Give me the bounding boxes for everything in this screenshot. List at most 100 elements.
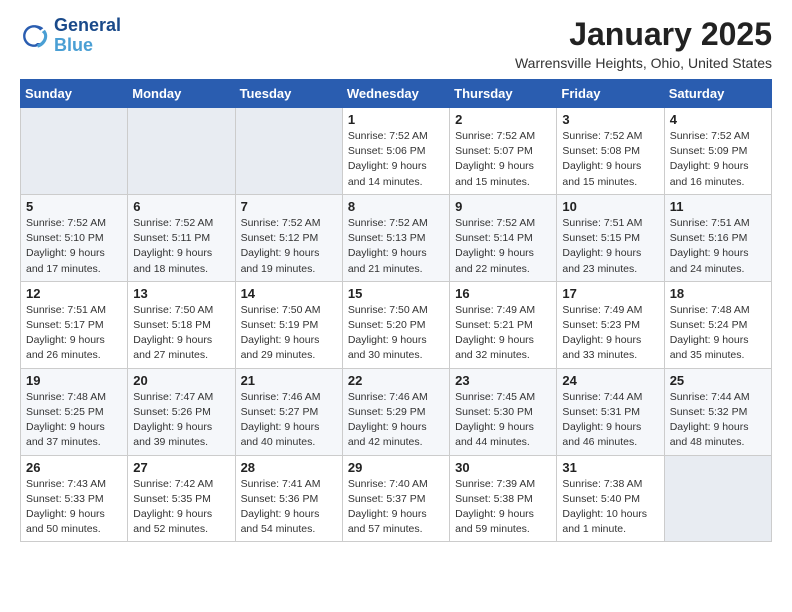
calendar-cell: 31 Sunrise: 7:38 AM Sunset: 5:40 PM Dayli…: [557, 455, 664, 542]
calendar-cell: 2 Sunrise: 7:52 AM Sunset: 5:07 PM Daylig…: [450, 108, 557, 195]
calendar-cell: 20 Sunrise: 7:47 AM Sunset: 5:26 PM Dayli…: [128, 368, 235, 455]
calendar-week-row: 12Sunrise: 7:51 AM Sunset: 5:17 PM Dayli…: [21, 281, 772, 368]
calendar-cell: 11 Sunrise: 7:51 AM Sunset: 5:16 PM Dayli…: [664, 194, 771, 281]
day-number: 15: [348, 286, 444, 301]
calendar-cell: 5Sunrise: 7:52 AM Sunset: 5:10 PM Daylig…: [21, 194, 128, 281]
day-info: Sunrise: 7:50 AM Sunset: 5:18 PM Dayligh…: [133, 303, 229, 364]
header: General Blue January 2025 Warrensville H…: [20, 16, 772, 71]
day-info: Sunrise: 7:52 AM Sunset: 5:09 PM Dayligh…: [670, 129, 766, 190]
day-number: 16: [455, 286, 551, 301]
calendar-cell: 19Sunrise: 7:48 AM Sunset: 5:25 PM Dayli…: [21, 368, 128, 455]
day-number: 19: [26, 373, 122, 388]
day-number: 28: [241, 460, 337, 475]
calendar-week-row: 1 Sunrise: 7:52 AM Sunset: 5:06 PM Daylig…: [21, 108, 772, 195]
weekday-header-sunday: Sunday: [21, 80, 128, 108]
day-info: Sunrise: 7:51 AM Sunset: 5:15 PM Dayligh…: [562, 216, 658, 277]
calendar-cell: [664, 455, 771, 542]
weekday-header-wednesday: Wednesday: [342, 80, 449, 108]
day-number: 12: [26, 286, 122, 301]
day-number: 30: [455, 460, 551, 475]
day-info: Sunrise: 7:50 AM Sunset: 5:19 PM Dayligh…: [241, 303, 337, 364]
calendar-week-row: 19Sunrise: 7:48 AM Sunset: 5:25 PM Dayli…: [21, 368, 772, 455]
subtitle: Warrensville Heights, Ohio, United State…: [515, 55, 772, 71]
day-number: 22: [348, 373, 444, 388]
weekday-header-thursday: Thursday: [450, 80, 557, 108]
calendar-cell: 18 Sunrise: 7:48 AM Sunset: 5:24 PM Dayli…: [664, 281, 771, 368]
day-info: Sunrise: 7:42 AM Sunset: 5:35 PM Dayligh…: [133, 477, 229, 538]
calendar-cell: 7 Sunrise: 7:52 AM Sunset: 5:12 PM Daylig…: [235, 194, 342, 281]
day-number: 27: [133, 460, 229, 475]
weekday-header-tuesday: Tuesday: [235, 80, 342, 108]
day-number: 7: [241, 199, 337, 214]
calendar-cell: 22Sunrise: 7:46 AM Sunset: 5:29 PM Dayli…: [342, 368, 449, 455]
calendar-cell: 25Sunrise: 7:44 AM Sunset: 5:32 PM Dayli…: [664, 368, 771, 455]
title-block: January 2025 Warrensville Heights, Ohio,…: [515, 16, 772, 71]
day-number: 21: [241, 373, 337, 388]
day-info: Sunrise: 7:52 AM Sunset: 5:06 PM Dayligh…: [348, 129, 444, 190]
day-info: Sunrise: 7:47 AM Sunset: 5:26 PM Dayligh…: [133, 390, 229, 451]
day-info: Sunrise: 7:49 AM Sunset: 5:21 PM Dayligh…: [455, 303, 551, 364]
logo-line2: Blue: [54, 35, 93, 55]
logo-line1: General: [54, 16, 121, 36]
day-info: Sunrise: 7:52 AM Sunset: 5:12 PM Dayligh…: [241, 216, 337, 277]
calendar-week-row: 5Sunrise: 7:52 AM Sunset: 5:10 PM Daylig…: [21, 194, 772, 281]
weekday-header-saturday: Saturday: [664, 80, 771, 108]
day-info: Sunrise: 7:46 AM Sunset: 5:27 PM Dayligh…: [241, 390, 337, 451]
day-info: Sunrise: 7:38 AM Sunset: 5:40 PM Dayligh…: [562, 477, 658, 538]
calendar-cell: 6Sunrise: 7:52 AM Sunset: 5:11 PM Daylig…: [128, 194, 235, 281]
calendar-cell: 16 Sunrise: 7:49 AM Sunset: 5:21 PM Dayli…: [450, 281, 557, 368]
calendar-cell: 21 Sunrise: 7:46 AM Sunset: 5:27 PM Dayli…: [235, 368, 342, 455]
day-number: 9: [455, 199, 551, 214]
calendar-cell: 8Sunrise: 7:52 AM Sunset: 5:13 PM Daylig…: [342, 194, 449, 281]
day-number: 20: [133, 373, 229, 388]
calendar-cell: 26 Sunrise: 7:43 AM Sunset: 5:33 PM Dayli…: [21, 455, 128, 542]
day-number: 31: [562, 460, 658, 475]
calendar-cell: [128, 108, 235, 195]
logo-text: General Blue: [54, 16, 121, 56]
weekday-header-monday: Monday: [128, 80, 235, 108]
day-info: Sunrise: 7:49 AM Sunset: 5:23 PM Dayligh…: [562, 303, 658, 364]
calendar-cell: [235, 108, 342, 195]
calendar-cell: 15Sunrise: 7:50 AM Sunset: 5:20 PM Dayli…: [342, 281, 449, 368]
day-number: 17: [562, 286, 658, 301]
weekday-header-row: SundayMondayTuesdayWednesdayThursdayFrid…: [21, 80, 772, 108]
calendar-cell: 24 Sunrise: 7:44 AM Sunset: 5:31 PM Dayli…: [557, 368, 664, 455]
day-number: 14: [241, 286, 337, 301]
day-number: 1: [348, 112, 444, 127]
day-info: Sunrise: 7:52 AM Sunset: 5:08 PM Dayligh…: [562, 129, 658, 190]
calendar-cell: 10Sunrise: 7:51 AM Sunset: 5:15 PM Dayli…: [557, 194, 664, 281]
day-info: Sunrise: 7:45 AM Sunset: 5:30 PM Dayligh…: [455, 390, 551, 451]
day-info: Sunrise: 7:43 AM Sunset: 5:33 PM Dayligh…: [26, 477, 122, 538]
day-number: 5: [26, 199, 122, 214]
day-number: 2: [455, 112, 551, 127]
day-number: 18: [670, 286, 766, 301]
calendar-table: SundayMondayTuesdayWednesdayThursdayFrid…: [20, 79, 772, 542]
day-number: 25: [670, 373, 766, 388]
calendar-cell: 23Sunrise: 7:45 AM Sunset: 5:30 PM Dayli…: [450, 368, 557, 455]
day-info: Sunrise: 7:39 AM Sunset: 5:38 PM Dayligh…: [455, 477, 551, 538]
logo: General Blue: [20, 16, 121, 56]
day-number: 11: [670, 199, 766, 214]
calendar-cell: 13 Sunrise: 7:50 AM Sunset: 5:18 PM Dayli…: [128, 281, 235, 368]
day-info: Sunrise: 7:51 AM Sunset: 5:16 PM Dayligh…: [670, 216, 766, 277]
day-info: Sunrise: 7:41 AM Sunset: 5:36 PM Dayligh…: [241, 477, 337, 538]
calendar-cell: 12Sunrise: 7:51 AM Sunset: 5:17 PM Dayli…: [21, 281, 128, 368]
day-info: Sunrise: 7:44 AM Sunset: 5:31 PM Dayligh…: [562, 390, 658, 451]
main-title: January 2025: [515, 16, 772, 53]
day-info: Sunrise: 7:52 AM Sunset: 5:13 PM Dayligh…: [348, 216, 444, 277]
day-info: Sunrise: 7:52 AM Sunset: 5:11 PM Dayligh…: [133, 216, 229, 277]
day-number: 3: [562, 112, 658, 127]
day-number: 4: [670, 112, 766, 127]
weekday-header-friday: Friday: [557, 80, 664, 108]
day-info: Sunrise: 7:52 AM Sunset: 5:07 PM Dayligh…: [455, 129, 551, 190]
calendar-week-row: 26 Sunrise: 7:43 AM Sunset: 5:33 PM Dayli…: [21, 455, 772, 542]
day-number: 26: [26, 460, 122, 475]
calendar-cell: 1 Sunrise: 7:52 AM Sunset: 5:06 PM Daylig…: [342, 108, 449, 195]
calendar-cell: 17 Sunrise: 7:49 AM Sunset: 5:23 PM Dayli…: [557, 281, 664, 368]
calendar-cell: 9 Sunrise: 7:52 AM Sunset: 5:14 PM Daylig…: [450, 194, 557, 281]
day-number: 24: [562, 373, 658, 388]
calendar-cell: 29Sunrise: 7:40 AM Sunset: 5:37 PM Dayli…: [342, 455, 449, 542]
day-info: Sunrise: 7:48 AM Sunset: 5:24 PM Dayligh…: [670, 303, 766, 364]
day-number: 13: [133, 286, 229, 301]
day-info: Sunrise: 7:52 AM Sunset: 5:14 PM Dayligh…: [455, 216, 551, 277]
